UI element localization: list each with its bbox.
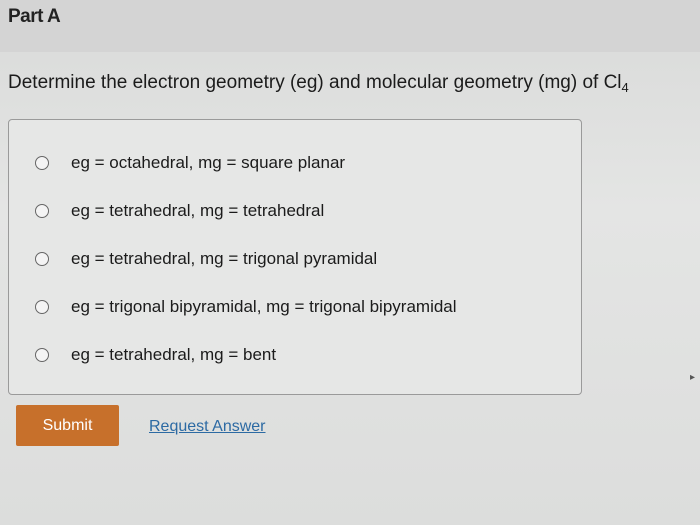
option-4[interactable]: eg = trigonal bipyramidal, mg = trigonal… <box>35 294 457 320</box>
radio-button[interactable] <box>35 156 49 170</box>
question-subscript: 4 <box>621 80 629 95</box>
answer-options: eg = octahedral, mg = square planar eg =… <box>8 119 582 395</box>
part-title: Part A <box>8 6 61 27</box>
page-edge-mark: ▸ <box>690 372 696 383</box>
request-answer-link[interactable]: Request Answer <box>149 418 266 436</box>
question-text: Determine the electron geometry (eg) and… <box>8 72 629 95</box>
radio-button[interactable] <box>35 204 49 218</box>
option-label: eg = trigonal bipyramidal, mg = trigonal… <box>71 297 457 316</box>
option-1[interactable]: eg = octahedral, mg = square planar <box>35 150 345 176</box>
option-3[interactable]: eg = tetrahedral, mg = trigonal pyramida… <box>35 246 377 272</box>
radio-button[interactable] <box>35 300 49 314</box>
option-label: eg = tetrahedral, mg = bent <box>71 345 277 364</box>
header-band <box>0 0 700 52</box>
option-label: eg = octahedral, mg = square planar <box>71 153 346 172</box>
option-5[interactable]: eg = tetrahedral, mg = bent <box>35 342 276 368</box>
option-label: eg = tetrahedral, mg = tetrahedral <box>71 201 325 220</box>
option-label: eg = tetrahedral, mg = trigonal pyramida… <box>71 249 378 268</box>
submit-button[interactable]: Submit <box>16 405 119 446</box>
radio-button[interactable] <box>35 252 49 266</box>
question-prompt: Determine the electron geometry (eg) and… <box>8 72 622 93</box>
radio-button[interactable] <box>35 348 49 362</box>
option-2[interactable]: eg = tetrahedral, mg = tetrahedral <box>35 198 324 224</box>
